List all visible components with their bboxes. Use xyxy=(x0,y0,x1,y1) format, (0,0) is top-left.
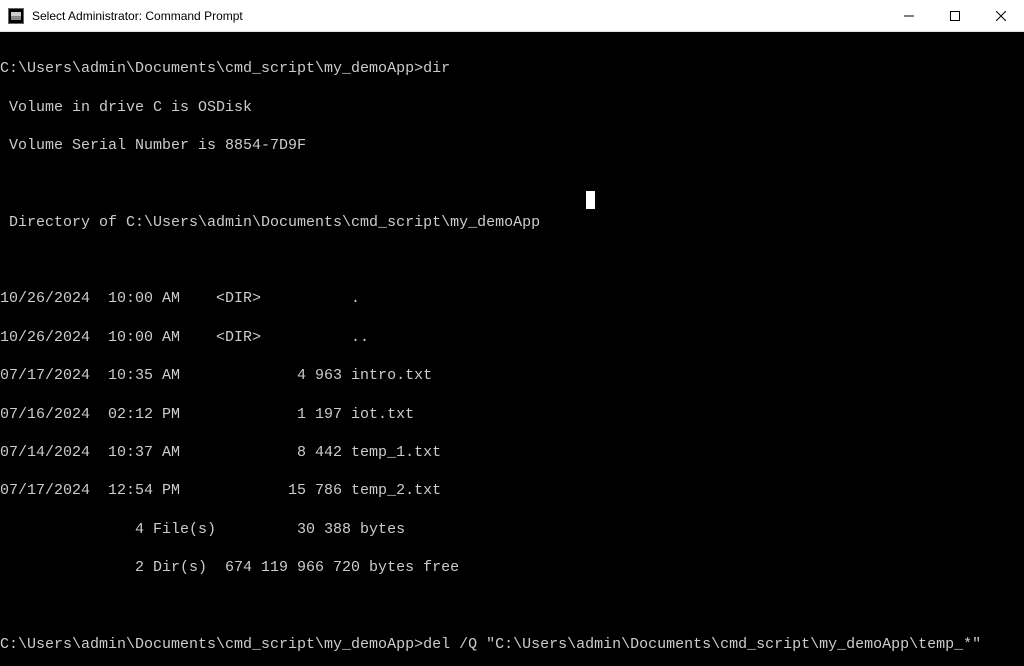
output-line: Volume Serial Number is 8854-7D9F xyxy=(0,136,1024,155)
close-button[interactable] xyxy=(978,0,1024,31)
prompt: C:\Users\admin\Documents\cmd_script\my_d… xyxy=(0,636,423,653)
cmd-icon xyxy=(8,8,24,24)
blank-line xyxy=(0,596,1024,615)
dir-summary-dirs: 2 Dir(s) 674 119 966 720 bytes free xyxy=(0,558,1024,577)
titlebar[interactable]: Select Administrator: Command Prompt xyxy=(0,0,1024,32)
output-line: Directory of C:\Users\admin\Documents\cm… xyxy=(0,213,1024,232)
dir-entry: 07/17/2024 12:54 PM 15 786 temp_2.txt xyxy=(0,481,1024,500)
prompt-line: C:\Users\admin\Documents\cmd_script\my_d… xyxy=(0,59,1024,78)
prompt: C:\Users\admin\Documents\cmd_script\my_d… xyxy=(0,60,423,77)
dir-entry: 07/14/2024 10:37 AM 8 442 temp_1.txt xyxy=(0,443,1024,462)
dir-entry: 07/17/2024 10:35 AM 4 963 intro.txt xyxy=(0,366,1024,385)
maximize-button[interactable] xyxy=(932,0,978,31)
output-line: Volume in drive C is OSDisk xyxy=(0,98,1024,117)
dir-summary-files: 4 File(s) 30 388 bytes xyxy=(0,520,1024,539)
dir-entry: 07/16/2024 02:12 PM 1 197 iot.txt xyxy=(0,405,1024,424)
selection-cursor xyxy=(586,191,595,209)
window-title: Select Administrator: Command Prompt xyxy=(32,9,886,23)
terminal-area[interactable]: C:\Users\admin\Documents\cmd_script\my_d… xyxy=(0,32,1024,666)
window-controls xyxy=(886,0,1024,31)
command-text: dir xyxy=(423,60,450,77)
prompt-line: C:\Users\admin\Documents\cmd_script\my_d… xyxy=(0,635,1024,654)
dir-entry: 10/26/2024 10:00 AM <DIR> . xyxy=(0,289,1024,308)
blank-line xyxy=(0,251,1024,270)
dir-entry: 10/26/2024 10:00 AM <DIR> .. xyxy=(0,328,1024,347)
blank-line xyxy=(0,174,1024,193)
minimize-button[interactable] xyxy=(886,0,932,31)
command-text: del /Q "C:\Users\admin\Documents\cmd_scr… xyxy=(423,636,981,653)
